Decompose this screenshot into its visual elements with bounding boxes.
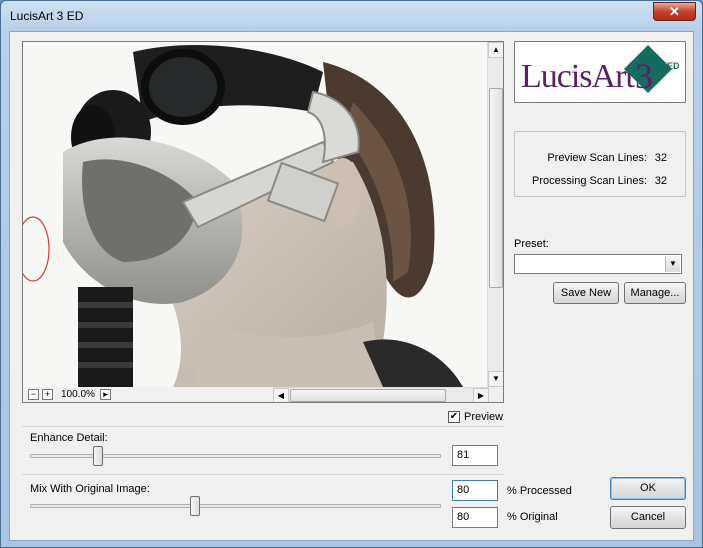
cancel-label: Cancel bbox=[630, 511, 666, 523]
manage-label: Manage... bbox=[630, 287, 680, 299]
dialog-client-area: ▲ ▼ − + 100.0% ▸ ◀ ▶ LucisArt 3 ED Previ… bbox=[9, 31, 694, 541]
arrow-left-icon: ◀ bbox=[277, 391, 285, 400]
preview-scan-lines-row: Preview Scan Lines: 32 bbox=[515, 152, 685, 166]
preview-checkbox[interactable]: ✔ bbox=[448, 411, 460, 423]
zoom-out-button[interactable]: − bbox=[28, 389, 39, 400]
preset-label: Preset: bbox=[514, 238, 549, 250]
processed-percent-input[interactable]: 80 bbox=[452, 480, 498, 501]
preview-image[interactable] bbox=[23, 42, 489, 387]
plus-icon: + bbox=[44, 389, 51, 399]
save-new-button[interactable]: Save New bbox=[553, 282, 619, 304]
dropdown-arrow[interactable]: ▼ bbox=[665, 256, 680, 272]
ok-button[interactable]: OK bbox=[610, 477, 686, 500]
logo-version-number: 3 bbox=[635, 56, 653, 96]
zoom-in-button[interactable]: + bbox=[42, 389, 53, 400]
horizontal-scroll-thumb[interactable] bbox=[290, 389, 446, 402]
title-bar[interactable]: LucisArt 3 ED ✕ bbox=[1, 1, 702, 31]
enhance-detail-track[interactable] bbox=[30, 454, 441, 458]
separator bbox=[22, 474, 504, 475]
enhance-detail-slider[interactable] bbox=[93, 446, 104, 466]
checkmark-icon: ✔ bbox=[449, 411, 459, 422]
chevron-down-icon: ▼ bbox=[669, 259, 677, 268]
separator bbox=[22, 426, 504, 427]
processing-scan-lines-row: Processing Scan Lines: 32 bbox=[515, 175, 685, 189]
minus-icon: − bbox=[30, 389, 37, 399]
save-new-label: Save New bbox=[560, 287, 612, 299]
manage-button[interactable]: Manage... bbox=[624, 282, 686, 304]
preview-scan-lines-label: Preview Scan Lines: bbox=[547, 152, 647, 164]
triangle-right-icon: ▸ bbox=[103, 389, 108, 399]
zoom-level: 100.0% bbox=[61, 389, 95, 400]
scroll-up-button[interactable]: ▲ bbox=[488, 42, 503, 58]
cancel-button[interactable]: Cancel bbox=[610, 506, 686, 529]
mix-original-track[interactable] bbox=[30, 504, 441, 508]
enhance-detail-input[interactable]: 81 bbox=[452, 445, 498, 466]
vertical-scrollbar[interactable]: ▲ ▼ bbox=[487, 42, 503, 387]
window-title: LucisArt 3 ED bbox=[10, 9, 84, 23]
enhance-detail-label: Enhance Detail: bbox=[30, 432, 108, 444]
scroll-left-button[interactable]: ◀ bbox=[273, 388, 289, 402]
original-percent-label: % Original bbox=[507, 511, 558, 523]
arrow-right-icon: ▶ bbox=[477, 391, 485, 400]
scroll-right-button[interactable]: ▶ bbox=[473, 388, 489, 402]
preview-scan-lines-value: 32 bbox=[654, 152, 667, 164]
close-button[interactable]: ✕ bbox=[653, 2, 696, 21]
scroll-down-button[interactable]: ▼ bbox=[488, 371, 503, 387]
logo-wordmark: LucisArt bbox=[521, 58, 635, 95]
horizontal-scrollbar[interactable]: ◀ ▶ bbox=[273, 387, 489, 402]
dialog-window: LucisArt 3 ED ✕ ▲ ▼ − + 100.0% ▸ ◀ ▶ Luc… bbox=[0, 0, 703, 548]
vertical-scroll-thumb[interactable] bbox=[489, 88, 503, 288]
image-preview-panel: ▲ ▼ − + 100.0% ▸ ◀ ▶ bbox=[22, 41, 504, 403]
logo-edition: ED bbox=[667, 61, 680, 71]
image-status-row: − + 100.0% ▸ ◀ ▶ bbox=[23, 387, 503, 402]
scan-lines-info: Preview Scan Lines: 32 Processing Scan L… bbox=[514, 131, 686, 197]
processing-scan-lines-value: 32 bbox=[654, 175, 667, 187]
processed-percent-label: % Processed bbox=[507, 485, 572, 497]
lucisart-logo: LucisArt 3 ED bbox=[514, 41, 686, 103]
ok-label: OK bbox=[640, 482, 656, 494]
arrow-down-icon: ▼ bbox=[492, 374, 500, 383]
zoom-menu-button[interactable]: ▸ bbox=[100, 389, 111, 400]
original-percent-input[interactable]: 80 bbox=[452, 507, 498, 528]
mix-original-slider[interactable] bbox=[190, 496, 201, 516]
preview-label: Preview bbox=[464, 411, 504, 423]
close-icon: ✕ bbox=[669, 4, 680, 19]
arrow-up-icon: ▲ bbox=[492, 45, 500, 54]
preset-dropdown[interactable]: ▼ bbox=[514, 254, 682, 274]
processing-scan-lines-label: Processing Scan Lines: bbox=[532, 175, 647, 187]
mix-original-label: Mix With Original Image: bbox=[30, 483, 150, 495]
